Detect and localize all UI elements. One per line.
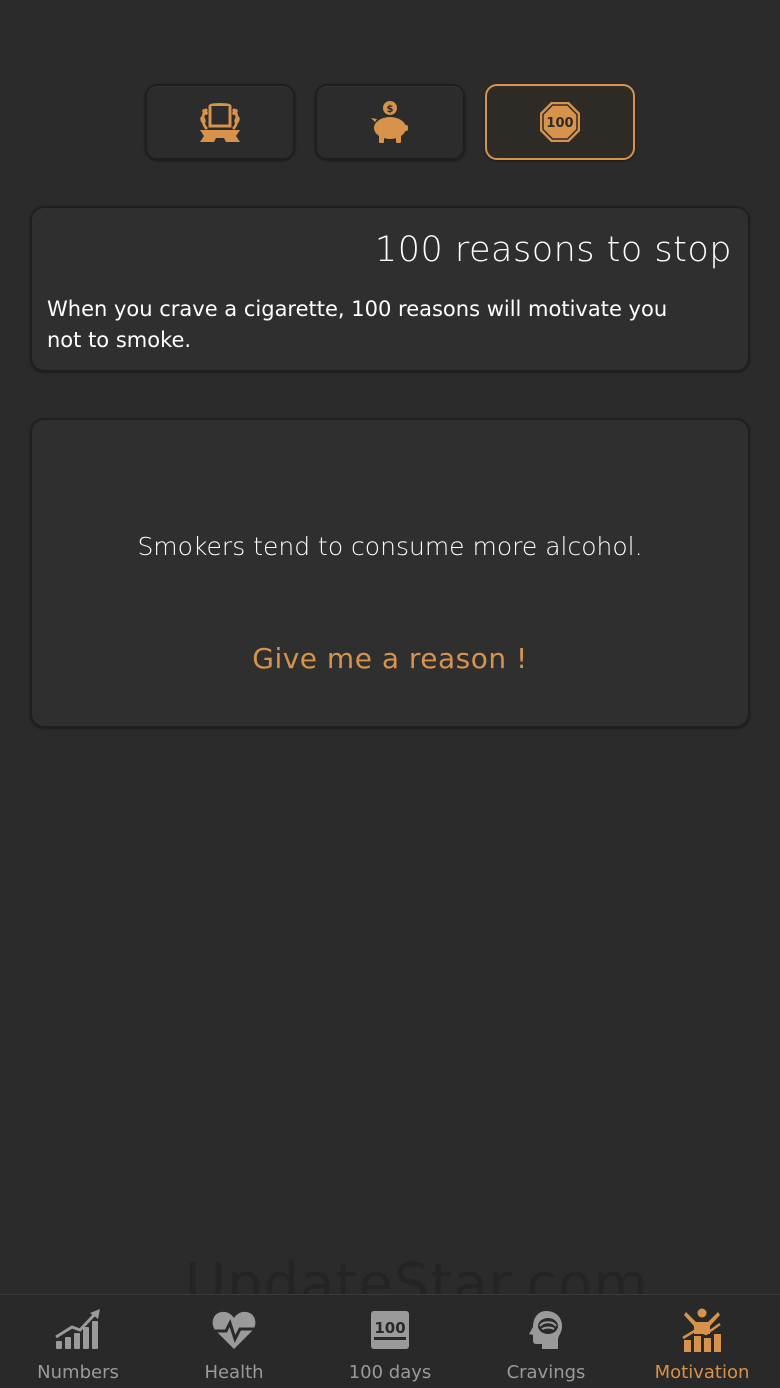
person-cheer-chart-icon xyxy=(677,1307,727,1353)
tab-motivation-label: Motivation xyxy=(654,1362,750,1383)
tab-cravings-label: Cravings xyxy=(506,1362,586,1383)
tab-100-days-label: 100 days xyxy=(348,1362,432,1383)
tab-health-label: Health xyxy=(204,1362,264,1383)
hundred-box-text: 100 xyxy=(374,1319,405,1337)
give-reason-button[interactable]: Give me a reason ! xyxy=(252,642,528,675)
reason-card: Smokers tend to consume more alcohol. Gi… xyxy=(30,418,750,728)
tab-motivation[interactable]: Motivation xyxy=(624,1295,780,1388)
category-switcher: $ 100 xyxy=(145,84,635,160)
savings-segment-button[interactable]: $ xyxy=(315,84,465,160)
info-card-title: 100 reasons to stop xyxy=(374,230,732,270)
info-card-description: When you crave a cigarette, 100 reasons … xyxy=(47,297,668,352)
tab-numbers-label: Numbers xyxy=(37,1362,119,1383)
piggy-bank-icon: $ xyxy=(371,101,408,143)
hundred-badge-icon: 100 xyxy=(540,102,580,142)
laurel-medal-icon xyxy=(200,103,240,142)
chart-up-icon xyxy=(53,1307,103,1353)
tab-health[interactable]: Health xyxy=(156,1295,312,1388)
tab-numbers[interactable]: Numbers xyxy=(0,1295,156,1388)
hundred-badge-text: 100 xyxy=(546,116,573,131)
reasons-info-card: 100 reasons to stop When you crave a cig… xyxy=(30,206,750,372)
head-brain-icon xyxy=(521,1307,571,1353)
achievements-segment-button[interactable] xyxy=(145,84,295,160)
hundred-box-icon: 100 xyxy=(365,1307,415,1353)
svg-text:$: $ xyxy=(387,104,394,115)
tab-100-days[interactable]: 100 100 days xyxy=(312,1295,468,1388)
reasons-segment-button[interactable]: 100 xyxy=(485,84,635,160)
tab-cravings[interactable]: Cravings xyxy=(468,1295,624,1388)
heart-pulse-icon xyxy=(209,1307,259,1353)
tab-bar: Numbers Health 100 100 days Cravings Mot… xyxy=(0,1294,780,1388)
reason-text: Smokers tend to consume more alcohol. xyxy=(137,532,643,561)
